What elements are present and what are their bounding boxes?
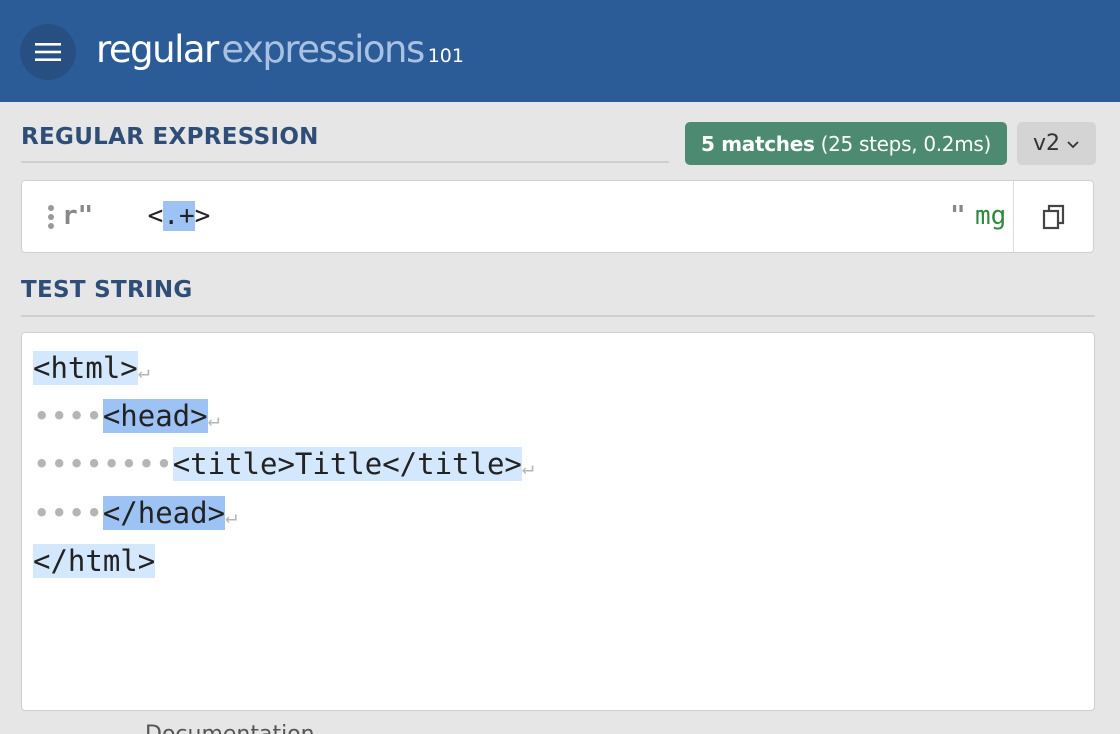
version-label: v2 <box>1032 131 1061 156</box>
regex-input-area[interactable]: r" <.+> " mg <box>22 181 1013 252</box>
match-highlight: <head> <box>102 399 208 433</box>
chevron-down-icon <box>1066 139 1080 149</box>
whitespace-marker: •••• <box>33 496 103 530</box>
test-section-title: TEST STRING <box>21 277 193 303</box>
regex-delimiter-open: r" <box>62 201 94 231</box>
match-highlight: </html> <box>33 544 156 578</box>
match-highlight: <html> <box>33 351 138 385</box>
match-highlight: <title>Title</title> <box>172 447 522 481</box>
whitespace-marker: •••••••• <box>33 447 173 481</box>
hamburger-icon <box>35 43 61 61</box>
regex-delimiter-close: " <box>950 201 966 231</box>
pattern-highlight: .+ <box>163 201 195 231</box>
pattern-prefix: < <box>132 201 164 231</box>
test-line: <html>↵ <box>33 345 150 391</box>
test-line: ••••••••<title>Title</title>↵ <box>33 441 534 487</box>
logo-suffix: 101 <box>427 45 464 67</box>
regex-editor: r" <.+> " mg <box>21 180 1094 253</box>
regex-flags[interactable]: mg <box>975 201 1006 231</box>
newline-marker: ↵ <box>521 455 534 479</box>
logo-word-regular: regular <box>96 28 219 71</box>
test-line: ••••</head>↵ <box>33 490 237 536</box>
test-string-editor[interactable]: <html>↵ ••••<head>↵ ••••••••<title>Title… <box>21 332 1095 711</box>
match-details: (25 steps, 0.2ms) <box>820 131 992 156</box>
clipped-sidebar-text: Documentation <box>145 722 315 734</box>
test-section-divider <box>21 315 1095 317</box>
app-header: regular expressions 101 <box>0 0 1120 102</box>
menu-button[interactable] <box>20 24 76 80</box>
pattern-suffix: > <box>194 201 211 231</box>
newline-marker: ↵ <box>207 407 220 431</box>
test-line: ••••<head>↵ <box>33 393 220 439</box>
match-highlight: </head> <box>102 496 226 530</box>
regex-section-divider <box>21 161 669 163</box>
regex-pattern-input[interactable]: <.+> <box>132 199 210 233</box>
match-count: 5 matches <box>700 131 815 156</box>
copy-button[interactable] <box>1013 181 1094 252</box>
version-dropdown[interactable]: v2 <box>1017 122 1096 165</box>
whitespace-marker: •••• <box>33 399 103 433</box>
regex-section-title: REGULAR EXPRESSION <box>21 124 319 150</box>
match-info-badge: 5 matches (25 steps, 0.2ms) <box>685 122 1007 165</box>
newline-marker: ↵ <box>137 359 150 383</box>
copy-icon <box>1042 204 1065 229</box>
drag-handle-icon[interactable] <box>47 204 55 230</box>
app-logo[interactable]: regular expressions 101 <box>96 28 464 71</box>
logo-word-expressions: expressions <box>221 28 425 71</box>
test-line: </html> <box>33 538 156 584</box>
newline-marker: ↵ <box>225 504 238 528</box>
